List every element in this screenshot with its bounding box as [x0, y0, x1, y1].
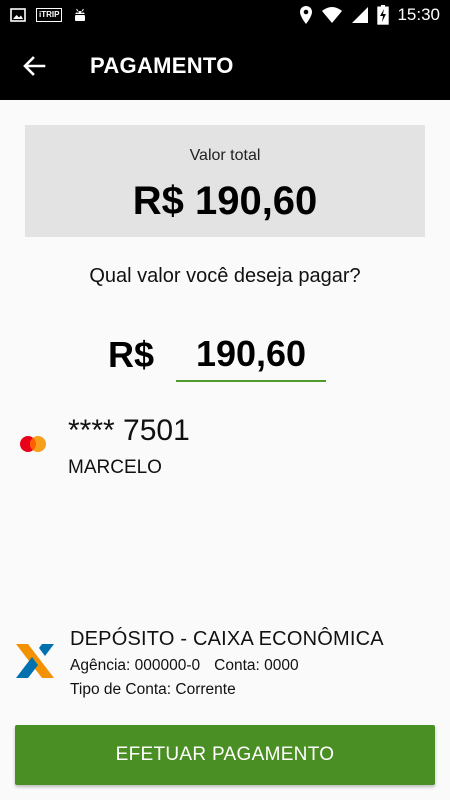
deposit-agencia: Agência: 000000-0 — [70, 657, 201, 674]
deposit-account-type: Tipo de Conta: Corrente — [70, 681, 236, 698]
back-button[interactable] — [18, 50, 50, 82]
deposit-option[interactable]: DEPÓSITO - CAIXA ECONÔMICA Agência: 0000… — [0, 620, 450, 710]
pay-button[interactable]: EFETUAR PAGAMENTO — [15, 725, 435, 785]
wifi-icon — [322, 7, 343, 23]
status-time: 15:30 — [397, 5, 440, 24]
amount-currency: R$ — [108, 334, 155, 375]
deposit-conta: Conta: 0000 — [214, 657, 299, 674]
status-bar: iTRIP 15:30 — [0, 0, 450, 32]
total-value: R$ 190,60 — [132, 179, 318, 223]
signal-icon — [352, 7, 369, 23]
card-holder: MARCELO — [68, 457, 162, 478]
total-label: Valor total — [189, 147, 261, 164]
deposit-title: DEPÓSITO - CAIXA ECONÔMICA — [70, 628, 384, 650]
android-icon — [75, 8, 86, 21]
status-left-icons: iTRIP — [10, 7, 88, 23]
amount-field — [176, 330, 326, 382]
app-bar: PAGAMENTO — [0, 32, 450, 100]
page-title: PAGAMENTO — [90, 53, 234, 78]
amount-input[interactable] — [176, 330, 326, 378]
deposit-details: Agência: 000000-0 Conta: 0000 — [70, 657, 299, 675]
payment-question: Qual valor você deseja pagar? — [89, 265, 361, 287]
card-number: **** 7501 — [68, 414, 190, 447]
caixa-icon — [16, 644, 54, 678]
arrow-left-icon — [23, 56, 46, 76]
itrip-icon: iTRIP — [36, 8, 63, 22]
card-option[interactable]: **** 7501 MARCELO — [0, 410, 450, 490]
mastercard-icon — [20, 436, 46, 452]
battery-charging-icon — [377, 5, 390, 25]
status-right-icons: 15:30 — [299, 5, 440, 25]
total-card: Valor total R$ 190,60 — [25, 125, 425, 237]
location-icon — [300, 6, 313, 24]
image-icon — [10, 8, 26, 22]
